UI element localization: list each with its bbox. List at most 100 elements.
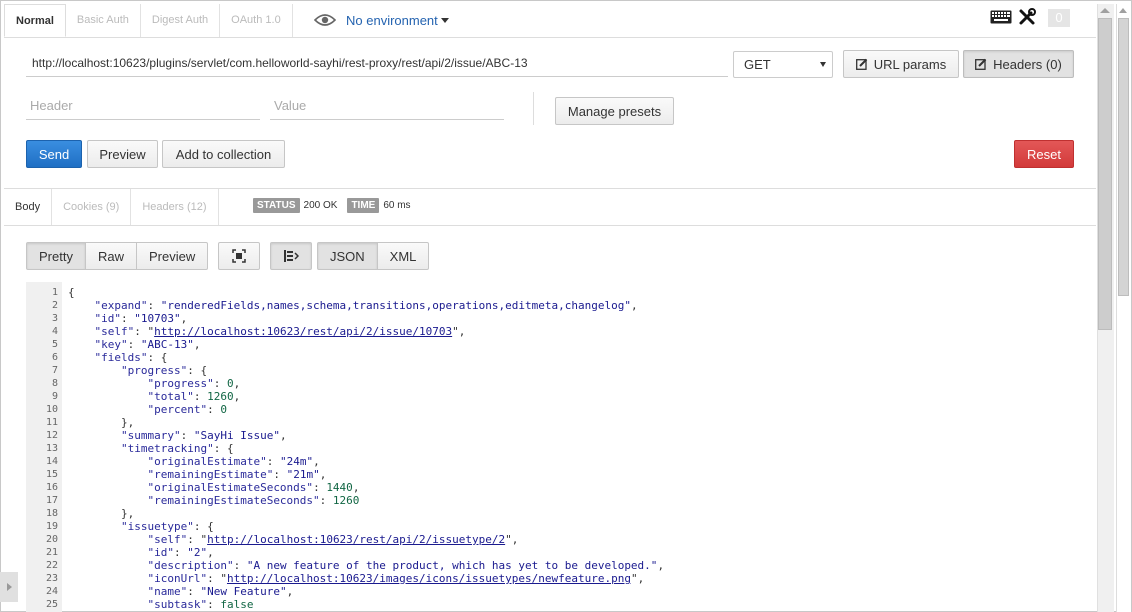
url-params-label: URL params <box>873 56 947 72</box>
scroll-up-icon[interactable] <box>1119 8 1127 13</box>
code-token: "total" <box>147 390 194 403</box>
method-select[interactable]: GET <box>733 51 833 78</box>
code-token: "timetracking" <box>120 442 214 455</box>
method-value: GET <box>744 57 771 72</box>
edit-icon <box>975 58 987 70</box>
auth-tabs: Normal Basic Auth Digest Auth OAuth 1.0 <box>4 4 293 37</box>
line-number: 4 <box>51 326 58 337</box>
code-token: "progress" <box>147 377 214 390</box>
chevron-down-icon <box>440 17 449 23</box>
divider <box>4 225 1096 226</box>
line-number: 5 <box>51 339 58 350</box>
eye-icon <box>314 14 336 26</box>
code-token: "2" <box>187 546 208 559</box>
status-value: 200 OK <box>303 200 338 211</box>
view-mode-group: Pretty Raw Preview <box>26 242 209 270</box>
code-token: "id" <box>94 312 122 325</box>
code-token: : { <box>193 520 214 533</box>
time-value: 60 ms <box>383 200 411 211</box>
code-token: false <box>220 598 254 611</box>
header-value-input[interactable] <box>270 92 504 120</box>
url-params-button[interactable]: URL params <box>843 50 959 78</box>
code-token: "self" <box>147 533 188 546</box>
code-token: "remainingEstimateSeconds" <box>147 494 320 507</box>
code-text: "key": "ABC-13", <box>68 338 201 351</box>
code-token: , <box>180 312 188 325</box>
code-token: "description" <box>147 559 234 572</box>
environment-selector[interactable]: No environment <box>314 10 449 30</box>
reset-button[interactable]: Reset <box>1014 140 1074 168</box>
xml-button[interactable]: XML <box>376 242 430 270</box>
line-number: 6 <box>51 352 58 363</box>
url-input[interactable] <box>26 50 728 77</box>
window-scrollbar-thumb[interactable] <box>1118 18 1129 296</box>
manage-presets-button[interactable]: Manage presets <box>555 97 674 125</box>
code-token: "expand" <box>94 299 148 312</box>
code-token: "New Feature" <box>200 585 287 598</box>
scroll-up-icon[interactable] <box>1100 8 1110 13</box>
code-token: : <box>266 455 280 468</box>
headers-button[interactable]: Headers (0) <box>963 50 1074 78</box>
code-link[interactable]: http://localhost:10623/images/icons/issu… <box>227 572 631 585</box>
code-token: : " <box>134 325 155 338</box>
pretty-button[interactable]: Pretty <box>26 242 86 270</box>
code-token: : <box>173 546 188 559</box>
code-token: "10703" <box>134 312 181 325</box>
response-tabs: Body Cookies (9) Headers (12) <box>4 189 219 225</box>
code-text: "progress": 0, <box>68 377 240 390</box>
line-number: 8 <box>51 378 58 389</box>
tab-oauth[interactable]: OAuth 1.0 <box>220 4 293 37</box>
code-link[interactable]: http://localhost:10623/rest/api/2/issuet… <box>207 533 505 546</box>
code-token: "ABC-13" <box>140 338 194 351</box>
code-token: : <box>187 585 201 598</box>
divider <box>533 92 534 125</box>
notification-counter[interactable]: 0 <box>1048 9 1070 27</box>
wrap-lines-button[interactable] <box>270 242 312 270</box>
code-token: : { <box>147 351 168 364</box>
code-text: "summary": "SayHi Issue", <box>68 429 287 442</box>
line-number: 9 <box>51 391 58 402</box>
preview-button[interactable]: Preview <box>87 140 158 168</box>
code-text: "originalEstimate": "24m", <box>68 455 319 468</box>
code-token: : <box>313 481 327 494</box>
code-token: ", <box>505 533 519 546</box>
code-token: "subtask" <box>147 598 208 611</box>
code-token: , <box>207 546 214 559</box>
add-to-collection-button[interactable]: Add to collection <box>162 140 285 168</box>
code-text: "timetracking": { <box>68 442 234 455</box>
sidebar-toggle[interactable] <box>0 572 18 602</box>
response-preview-button[interactable]: Preview <box>135 242 209 270</box>
tab-basic-auth[interactable]: Basic Auth <box>65 4 141 37</box>
tab-cookies[interactable]: Cookies (9) <box>52 189 132 225</box>
response-body-code[interactable]: 1 {2 "expand": "renderedFields,names,sche… <box>26 282 1096 612</box>
json-button[interactable]: JSON <box>317 242 378 270</box>
tab-body[interactable]: Body <box>4 189 53 225</box>
send-button[interactable]: Send <box>26 140 82 168</box>
scrollbar-thumb[interactable] <box>1098 18 1112 330</box>
tab-normal[interactable]: Normal <box>4 4 66 37</box>
tab-response-headers[interactable]: Headers (12) <box>131 189 219 225</box>
header-key-input[interactable] <box>26 92 260 120</box>
tools-icon[interactable] <box>1018 8 1036 26</box>
code-token: "issuetype" <box>120 520 194 533</box>
code-link[interactable]: http://localhost:10623/rest/api/2/issue/… <box>154 325 452 338</box>
keyboard-icon[interactable] <box>990 10 1012 24</box>
fullscreen-button[interactable] <box>218 242 260 270</box>
tab-digest-auth[interactable]: Digest Auth <box>140 4 221 37</box>
environment-label: No environment <box>346 12 438 28</box>
line-number: 21 <box>45 547 58 558</box>
code-text: "remainingEstimateSeconds": 1260 <box>68 494 359 507</box>
code-token: : <box>207 403 221 416</box>
raw-button[interactable]: Raw <box>84 242 137 270</box>
code-token: , <box>630 299 638 312</box>
